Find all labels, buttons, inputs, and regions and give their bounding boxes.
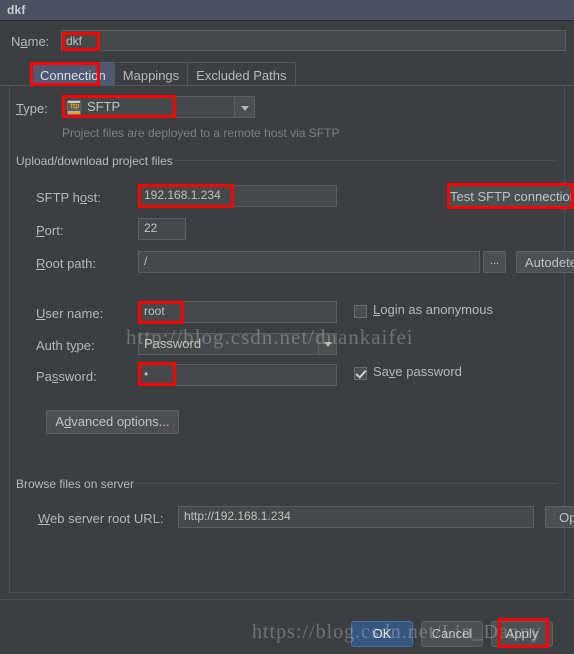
type-hint: Project files are deployed to a remote h… — [62, 126, 340, 140]
dialog-titlebar: dkf — [0, 0, 574, 21]
test-sftp-connection-button[interactable]: Test SFTP connection... — [449, 185, 574, 207]
group-upload-divider — [175, 160, 558, 161]
root-path-label: Root path: — [36, 256, 96, 271]
save-password-label: Save password — [373, 364, 462, 379]
group-upload-title: Upload/download project files — [16, 154, 173, 168]
tab-bar: Connection Mappings Excluded Paths — [31, 62, 296, 86]
checkbox-box — [354, 305, 367, 318]
user-name-label: User name: — [36, 306, 104, 321]
auth-type-value: Password — [144, 336, 202, 351]
root-path-input[interactable]: / — [138, 251, 480, 273]
cancel-button[interactable]: Cancel — [421, 621, 483, 647]
tab-mappings[interactable]: Mappings — [113, 62, 189, 86]
checkbox-box-checked — [354, 367, 367, 380]
ftp-server-icon — [67, 100, 82, 115]
web-server-root-url-label: Web server root URL: — [38, 511, 164, 526]
chevron-down-icon — [241, 106, 249, 111]
port-input[interactable]: 22 — [138, 218, 186, 240]
user-name-input[interactable]: root — [138, 301, 337, 323]
advanced-options-button[interactable]: Advanced options... — [46, 410, 179, 434]
type-dropdown-button[interactable] — [234, 96, 255, 118]
name-label: Name: — [11, 34, 50, 49]
footer-divider — [0, 599, 574, 600]
group-browse-divider — [134, 483, 558, 484]
group-browse-title: Browse files on server — [16, 477, 135, 491]
port-label: Port: — [36, 223, 64, 238]
chevron-down-icon — [324, 342, 332, 347]
name-row: Name: dkf — [0, 29, 574, 55]
tab-connection[interactable]: Connection — [31, 62, 115, 86]
type-combo[interactable]: SFTP — [62, 96, 255, 118]
root-path-browse-button[interactable]: ... — [483, 251, 506, 273]
auth-type-dropdown-button[interactable] — [318, 334, 336, 354]
open-url-button[interactable]: Open — [545, 506, 574, 528]
dialog-title: dkf — [7, 3, 26, 17]
login-as-anonymous-label: Login as anonymous — [373, 302, 493, 317]
remote-host-dialog: dkf Name: dkf Connection Mappings Exclud… — [0, 0, 574, 654]
web-server-root-url-input[interactable]: http://192.168.1.234 — [178, 506, 534, 528]
autodetect-button[interactable]: Autodetect — [516, 251, 574, 273]
type-value: SFTP — [87, 99, 121, 114]
sftp-host-input[interactable]: 192.168.1.234 — [138, 185, 337, 207]
auth-type-label: Auth type: — [36, 338, 95, 353]
tab-excluded-paths[interactable]: Excluded Paths — [187, 62, 296, 86]
sftp-host-label: SFTP host: — [36, 190, 101, 205]
password-input[interactable]: • — [138, 364, 337, 386]
name-input[interactable]: dkf — [61, 30, 566, 51]
type-label: Type: — [16, 101, 48, 116]
password-label: Password: — [36, 369, 97, 384]
auth-type-combo[interactable]: Password — [138, 333, 337, 355]
apply-button[interactable]: Apply — [491, 621, 553, 647]
ok-button[interactable]: OK — [351, 621, 413, 647]
